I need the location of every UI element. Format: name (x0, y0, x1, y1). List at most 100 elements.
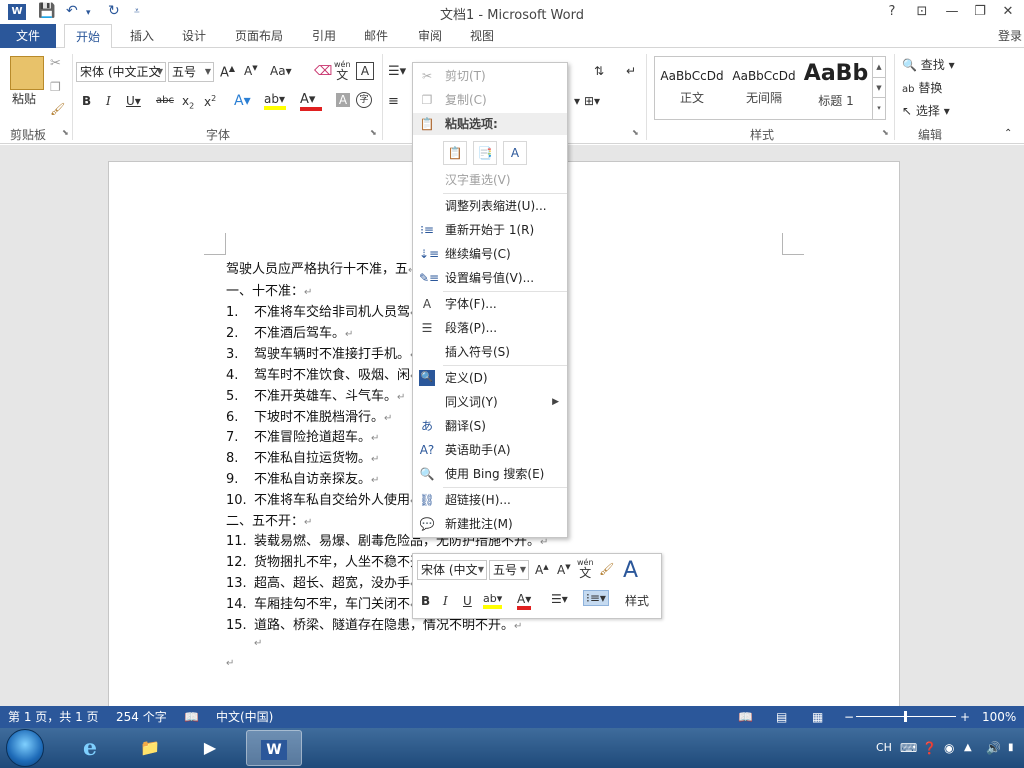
document-line[interactable]: 13.超高、超长、超宽，没办手↵ (226, 572, 418, 591)
tab-mailings[interactable]: 邮件 (356, 24, 396, 48)
help-button[interactable]: ? (878, 2, 906, 22)
document-line[interactable]: 7. 不准冒险抢道超车。↵ (226, 426, 379, 445)
mini-bullets-icon[interactable]: ☰▾ (551, 592, 568, 606)
subscript-icon[interactable]: x2 (182, 94, 194, 110)
sort-icon[interactable]: ⇅ (594, 64, 604, 78)
tab-page-layout[interactable]: 页面布局 (228, 24, 290, 48)
volume-icon[interactable]: 🔊 (986, 728, 1001, 768)
tab-file[interactable]: 文件 (0, 24, 56, 48)
phonetic-guide-icon[interactable]: wén 文 (334, 60, 351, 81)
help-tray-icon[interactable]: ❓ (922, 728, 937, 768)
page-count[interactable]: 第 1 页，共 1 页 (8, 706, 99, 728)
zoom-slider-thumb[interactable] (904, 711, 907, 722)
enclosed-character-icon[interactable]: 字 (356, 92, 372, 108)
menu-item-reconvert[interactable]: 汉字重选(V) (413, 169, 567, 191)
scroll-up-icon[interactable]: ▲ (873, 57, 885, 77)
mini-numbering-icon[interactable]: ⁝≡▾ (583, 590, 609, 606)
mini-font-color-icon[interactable]: A▾ (517, 592, 532, 610)
show-desktop-icon[interactable]: ▮ (1008, 728, 1014, 768)
tab-review[interactable]: 审阅 (410, 24, 450, 48)
show-formatting-marks-icon[interactable]: ↵ (626, 64, 636, 78)
web-layout-icon[interactable]: ▦ (812, 706, 823, 728)
menu-item-font[interactable]: A 字体(F)... (413, 293, 567, 315)
tab-insert[interactable]: 插入 (122, 24, 162, 48)
format-painter-icon[interactable]: 🖌 (50, 102, 65, 116)
style-heading-1[interactable]: AaBb 标题 1 (801, 57, 871, 119)
font-launcher-icon[interactable]: ⬊ (370, 128, 377, 137)
character-shading-icon[interactable]: A (336, 93, 350, 107)
input-language-indicator[interactable]: CH (876, 728, 892, 768)
mini-shrink-font-icon[interactable]: A▼ (557, 563, 571, 577)
replace-button[interactable]: ab 替换 (902, 79, 942, 96)
word-taskbar-icon[interactable]: W (246, 730, 302, 766)
style-no-spacing[interactable]: AaBbCcDd 无间隔 (729, 57, 799, 119)
styles-gallery-scroll[interactable]: ▲ ▼ ▾ (872, 57, 885, 119)
proofing-icon[interactable]: 📖 (184, 706, 199, 728)
menu-item-continue-numbering[interactable]: ⇣≡ 继续编号(C) (413, 243, 567, 265)
zoom-level[interactable]: 100% (982, 706, 1016, 728)
borders-icon[interactable]: ⊞▾ (584, 94, 600, 108)
strikethrough-icon[interactable]: abc (156, 95, 174, 106)
styles-launcher-icon[interactable]: ⬊ (882, 128, 889, 137)
network-icon[interactable]: ◉ (944, 728, 954, 768)
mini-italic-icon[interactable]: I (443, 594, 448, 608)
document-line[interactable]: 1.不准将车交给非司机人员驾↵ (226, 301, 418, 320)
style-normal[interactable]: AaBbCcDd 正文 (657, 57, 727, 119)
cut-icon[interactable]: ✂ (50, 56, 61, 71)
document-line[interactable]: 4.驾车时不准饮食、吸烟、闲↵ (226, 364, 418, 383)
paste-merge-format-icon[interactable]: 📑 (473, 141, 497, 165)
align-left-icon[interactable]: ≡ (388, 94, 399, 109)
line-spacing-icon[interactable]: ▾ (574, 94, 580, 108)
document-line[interactable]: 2. 不准酒后驾车。↵ (226, 322, 353, 341)
document-line[interactable]: 10.不准将车私自交给外人使用↵ (226, 489, 418, 508)
media-player-icon[interactable]: ▶ (182, 730, 238, 766)
font-size-combo[interactable]: 五号 ▼ (168, 62, 214, 82)
document-line[interactable]: ↵ (226, 655, 234, 670)
menu-item-paragraph[interactable]: ☰ 段落(P)... (413, 317, 567, 339)
document-line[interactable]: 6. 下坡时不准脱档滑行。↵ (226, 406, 392, 425)
mini-highlight-color-icon[interactable]: ab▾ (483, 592, 503, 609)
print-layout-icon[interactable]: ▤ (776, 706, 787, 728)
menu-item-translate[interactable]: あ翻译(S) (413, 415, 567, 437)
superscript-icon[interactable]: x2 (204, 94, 216, 109)
tab-design[interactable]: 设计 (174, 24, 214, 48)
mini-styles-label[interactable]: 样式 (625, 592, 649, 609)
zoom-out-icon[interactable]: − (844, 706, 854, 728)
select-button[interactable]: ↖ 选择 ▾ (902, 102, 950, 119)
language-indicator[interactable]: 中文(中国) (216, 706, 273, 728)
highlight-color-icon[interactable]: ab▾ (264, 92, 286, 110)
clipboard-launcher-icon[interactable]: ⬊ (62, 128, 69, 137)
paste-keep-source-icon[interactable]: 📋 (443, 141, 467, 165)
menu-item-bing-search[interactable]: 🔍 使用 Bing 搜索(E) (413, 463, 567, 485)
bold-icon[interactable]: B (82, 94, 91, 108)
paste-icon[interactable] (10, 56, 44, 90)
document-line[interactable]: 14.车厢挂勾不牢，车门关闭不↵ (226, 593, 418, 612)
document-line[interactable]: 9. 不准私自访亲探友。↵ (226, 468, 379, 487)
font-color-icon[interactable]: A▾ (300, 92, 322, 111)
minimize-icon[interactable]: — (938, 2, 966, 22)
change-case-icon[interactable]: Aa▾ (270, 64, 292, 78)
underline-icon[interactable]: U▾ (126, 94, 141, 108)
tab-references[interactable]: 引用 (304, 24, 344, 48)
document-line[interactable]: 一、十不准：↵ (226, 280, 312, 299)
collapse-ribbon-icon[interactable]: ⌃ (1004, 128, 1012, 139)
bullets-icon[interactable]: ☰▾ (388, 64, 406, 79)
mini-styles-icon[interactable]: A (623, 558, 638, 583)
italic-icon[interactable]: I (106, 94, 111, 108)
word-count[interactable]: 254 个字 (116, 706, 167, 728)
menu-item-define[interactable]: 🔍 定义(D) (413, 367, 567, 389)
file-explorer-icon[interactable]: 📁 (122, 730, 178, 766)
shrink-font-icon[interactable]: A▼ (244, 64, 258, 78)
document-line[interactable]: 5. 不准开英雄车、斗气车。↵ (226, 385, 405, 404)
zoom-in-icon[interactable]: + (960, 706, 970, 728)
mini-underline-icon[interactable]: U (463, 594, 472, 608)
clear-formatting-icon[interactable]: ⌫ (314, 64, 332, 79)
menu-item-restart-numbering[interactable]: ⁝≡ 重新开始于 1(R) (413, 219, 567, 241)
mini-font-name-combo[interactable]: 宋体 (中文 ▼ (417, 560, 487, 580)
find-button[interactable]: 🔍 查找 ▾ (902, 56, 955, 73)
keyboard-icon[interactable]: ⌨ (900, 728, 917, 768)
document-line[interactable]: 驾驶人员应严格执行十不准，五↵ (226, 258, 416, 277)
document-line[interactable]: 3.驾驶车辆时不准接打手机。↵ (226, 343, 418, 362)
tab-home[interactable]: 开始 (64, 24, 112, 49)
tray-expand-icon[interactable]: ▲ (964, 728, 972, 768)
